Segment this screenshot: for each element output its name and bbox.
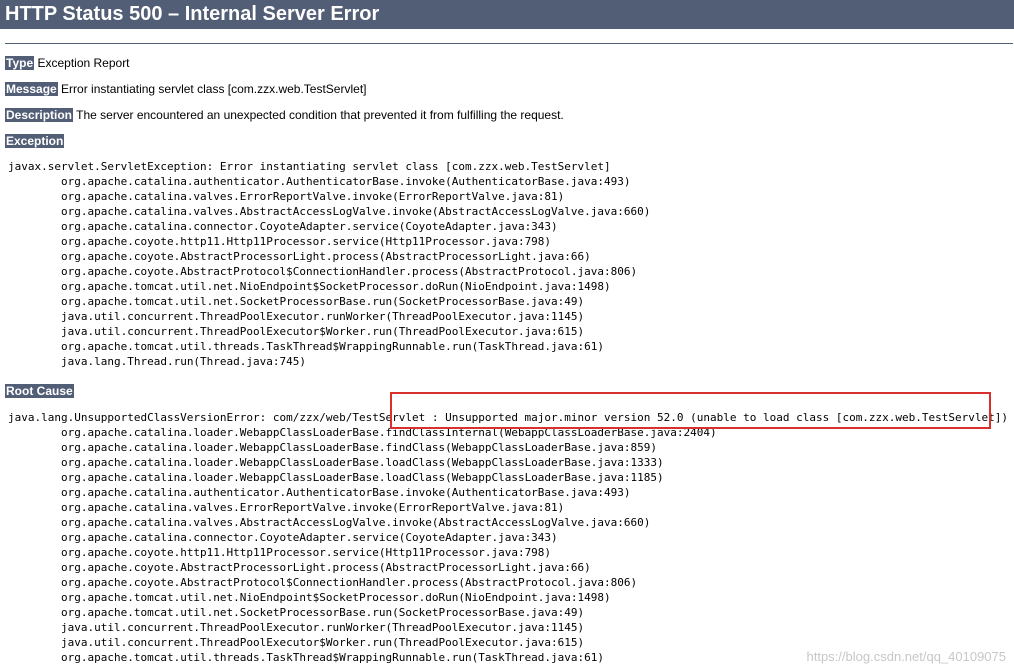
exception-row: Exception	[5, 133, 65, 149]
type-label: Type	[5, 56, 35, 70]
type-value: Exception Report	[37, 56, 130, 70]
exception-label: Exception	[5, 134, 65, 148]
message-row: Message Error instantiating servlet clas…	[5, 81, 366, 97]
message-value: Error instantiating servlet class [com.z…	[61, 82, 367, 96]
error-highlight-box	[390, 392, 991, 429]
type-row: Type Exception Report	[5, 55, 130, 71]
message-label: Message	[5, 82, 58, 96]
description-row: Description The server encountered an un…	[5, 107, 564, 123]
description-label: Description	[5, 108, 74, 122]
description-value: The server encountered an unexpected con…	[76, 108, 564, 122]
header-divider	[5, 43, 1013, 44]
exception-stack-trace: javax.servlet.ServletException: Error in…	[8, 160, 651, 368]
root-cause-label: Root Cause	[5, 384, 74, 398]
watermark: https://blog.csdn.net/qq_40109075	[806, 649, 1007, 664]
root-cause-row: Root Cause	[5, 383, 74, 399]
page-title: HTTP Status 500 – Internal Server Error	[0, 0, 1014, 29]
root-cause-stack-trace: java.lang.UnsupportedClassVersionError: …	[8, 411, 1009, 664]
